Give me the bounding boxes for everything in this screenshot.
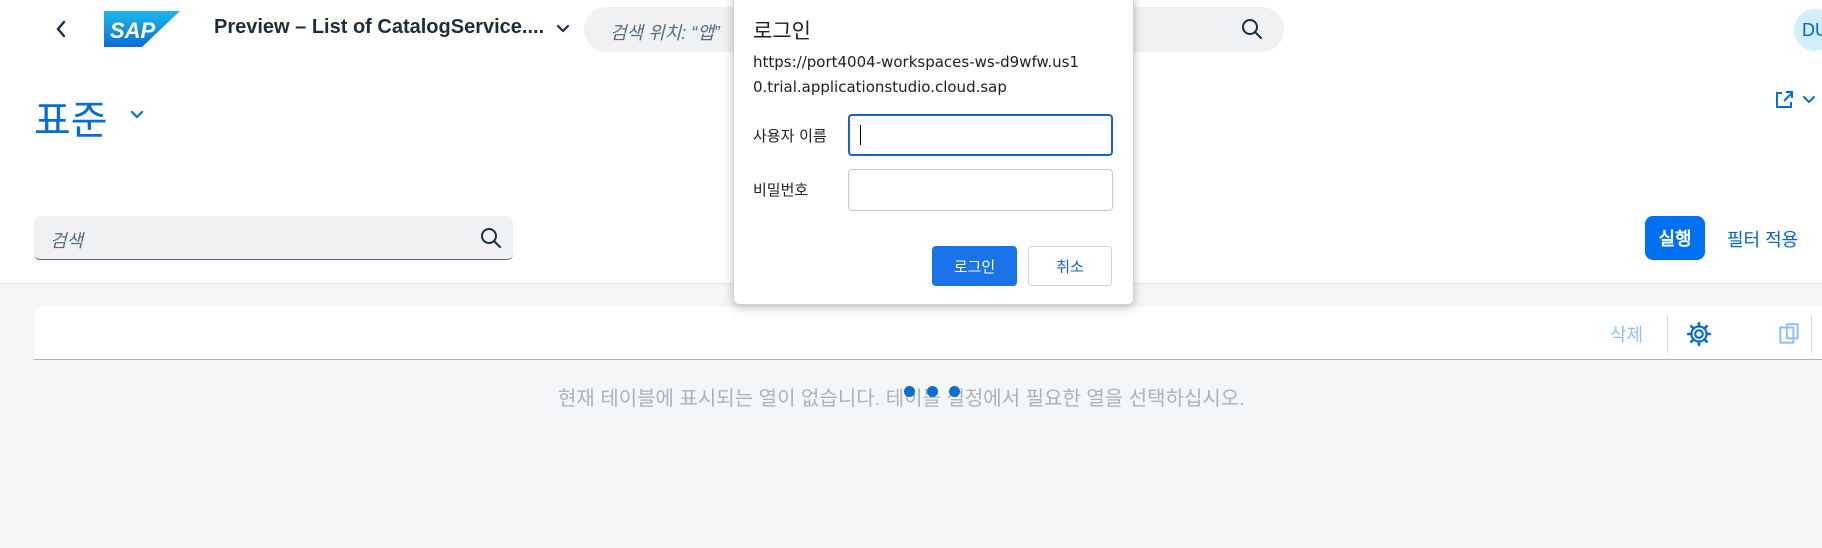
filter-search-field[interactable]: 검색 <box>34 216 513 260</box>
busy-indicator <box>904 385 960 397</box>
svg-text:SAP: SAP <box>110 18 156 43</box>
chevron-down-icon <box>1803 96 1815 104</box>
toolbar-separator <box>1667 315 1668 353</box>
search-icon[interactable] <box>479 226 503 250</box>
search-icon[interactable] <box>1240 17 1264 41</box>
login-button[interactable]: 로그인 <box>932 246 1017 286</box>
app-title[interactable]: Preview – List of CatalogService.... <box>214 16 544 39</box>
go-button[interactable]: 실행 <box>1645 216 1705 260</box>
filter-search-placeholder: 검색 <box>50 231 84 251</box>
share-button[interactable] <box>1772 86 1822 114</box>
app-title-chevron-button[interactable] <box>552 18 574 40</box>
login-dialog: 로그인 https://port4004-workspaces-ws-d9wfw… <box>733 0 1134 305</box>
password-label: 비밀번호 <box>753 181 809 199</box>
cancel-button[interactable]: 취소 <box>1028 246 1112 286</box>
password-field[interactable] <box>848 169 1113 211</box>
settings-icon[interactable] <box>1686 321 1712 347</box>
export-icon[interactable] <box>1776 321 1802 347</box>
share-icon <box>1776 91 1793 108</box>
username-label: 사용자 이름 <box>753 127 827 145</box>
variant-selector-button[interactable] <box>126 104 148 126</box>
chevron-down-icon <box>130 110 144 119</box>
adapt-filters-button[interactable]: 필터 적용 <box>1727 226 1798 252</box>
shell-search-placeholder: 검색 위치: “앱” <box>610 23 720 43</box>
dialog-title: 로그인 <box>753 19 811 43</box>
toolbar-separator <box>1811 315 1812 353</box>
no-data-text: 현재 테이블에 표시되는 열이 없습니다. 테이블 설정에서 필요한 열을 선택… <box>558 388 1245 410</box>
user-avatar[interactable]: DU <box>1794 9 1822 51</box>
sap-logo[interactable]: SAP <box>104 11 180 47</box>
back-icon <box>56 20 66 38</box>
busy-dot <box>926 385 938 397</box>
table-toolbar: 삭제 <box>34 307 1822 360</box>
dialog-url: https://port4004-workspaces-ws-d9wfw.us1… <box>753 53 1080 96</box>
table-card: 삭제 현재 테이블에 표시되는 열이 없습니다. 테이블 설정에서 필요한 열을… <box>34 307 1822 424</box>
username-field[interactable] <box>848 114 1113 156</box>
variant-title[interactable]: 표준 <box>34 88 108 146</box>
busy-dot <box>904 385 915 397</box>
text-caret <box>860 125 861 145</box>
busy-dot <box>949 385 960 397</box>
back-button[interactable] <box>44 12 78 46</box>
chevron-down-icon <box>556 24 570 33</box>
delete-button[interactable]: 삭제 <box>1610 321 1643 347</box>
